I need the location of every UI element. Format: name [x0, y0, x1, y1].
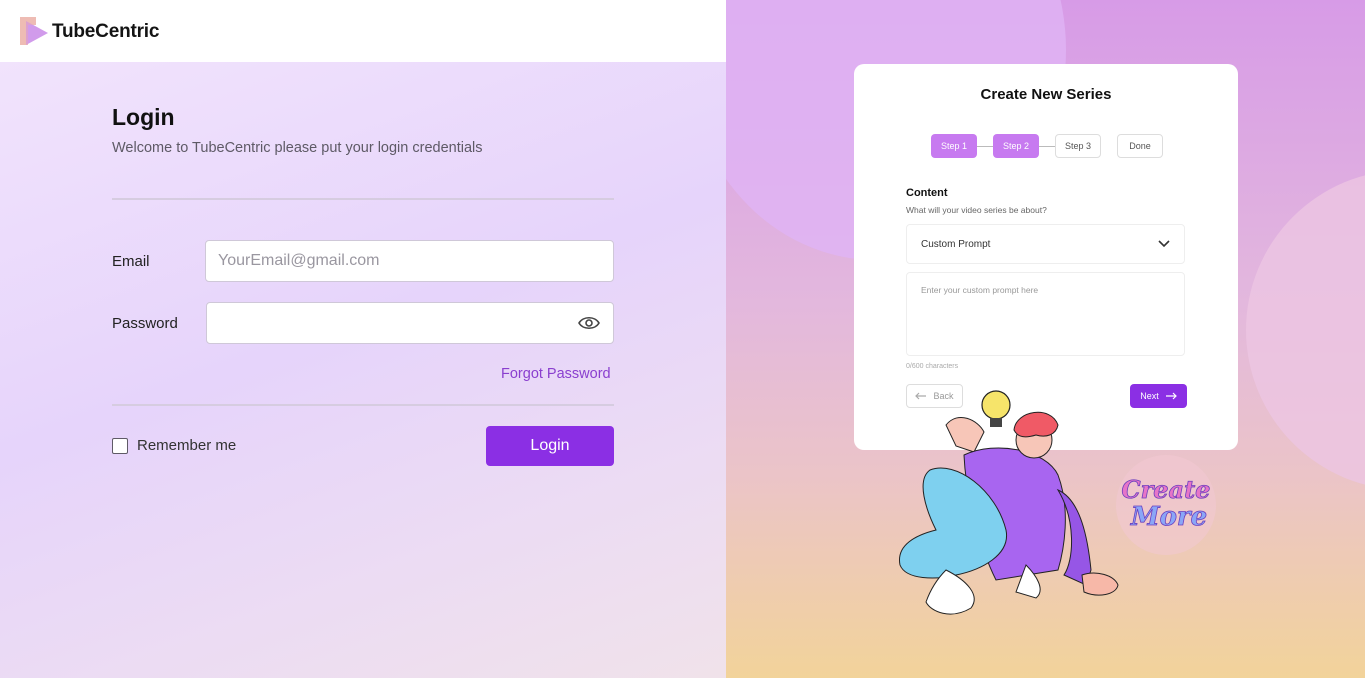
- prompt-type-select: Custom Prompt: [906, 224, 1185, 264]
- content-sublabel: What will your video series be about?: [906, 205, 1047, 215]
- create-more-sticker: Create More: [1116, 455, 1216, 555]
- top-bar: TubeCentric: [0, 0, 726, 62]
- password-field[interactable]: [206, 302, 614, 344]
- page-subtitle: Welcome to TubeCentric please put your l…: [112, 140, 483, 156]
- eye-icon[interactable]: [578, 314, 600, 332]
- promo-panel: Create New Series Step 1 Step 2 Step 3 D…: [726, 0, 1365, 678]
- svg-text:Create: Create: [1122, 475, 1211, 504]
- remember-label: Remember me: [137, 437, 237, 454]
- select-value: Custom Prompt: [921, 238, 991, 250]
- tubecentric-logo-icon: [20, 17, 48, 45]
- chevron-down-icon: [1158, 240, 1170, 248]
- email-field[interactable]: [205, 240, 614, 282]
- step-3: Step 3: [1055, 134, 1101, 158]
- svg-text:More: More: [1130, 502, 1207, 532]
- lightbulb-icon: [981, 390, 1011, 427]
- preview-card-title: Create New Series: [980, 86, 1112, 103]
- prompt-textarea: Enter your custom prompt here: [906, 272, 1185, 356]
- password-label: Password: [112, 315, 178, 332]
- step-connector: [1039, 145, 1055, 147]
- remember-checkbox[interactable]: [112, 437, 128, 454]
- stepper: Step 1 Step 2 Step 3 Done: [931, 134, 1163, 158]
- content-label: Content: [906, 187, 948, 199]
- page-title: Login: [112, 104, 175, 130]
- divider-bottom: [112, 404, 614, 406]
- char-count: 0/600 characters: [906, 363, 959, 370]
- step-done: Done: [1117, 134, 1163, 158]
- step-1: Step 1: [931, 134, 977, 158]
- divider-top: [112, 198, 614, 200]
- email-label: Email: [112, 253, 150, 270]
- login-panel: TubeCentric Login Welcome to TubeCentric…: [0, 0, 726, 678]
- step-connector: [1101, 146, 1117, 147]
- remember-me[interactable]: Remember me: [112, 437, 236, 454]
- login-button[interactable]: Login: [486, 426, 614, 466]
- person-illustration: Create More: [899, 390, 1216, 615]
- step-connector: [977, 145, 993, 147]
- brand-name: TubeCentric: [52, 21, 160, 42]
- forgot-password-link[interactable]: Forgot Password: [501, 366, 611, 382]
- decor-blob: [1246, 170, 1365, 490]
- step-2: Step 2: [993, 134, 1039, 158]
